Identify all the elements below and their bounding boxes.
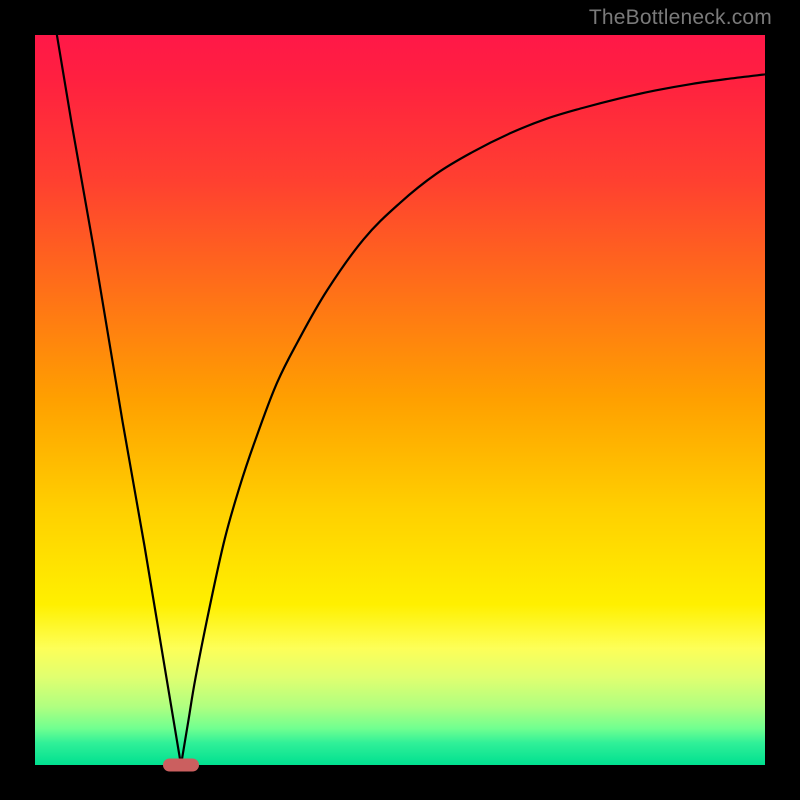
plot-area <box>35 35 765 765</box>
chart-frame: TheBottleneck.com <box>0 0 800 800</box>
curve-right-path <box>181 74 765 765</box>
curve-svg <box>35 35 765 765</box>
curve-left-path <box>57 35 181 765</box>
valley-marker <box>163 759 199 772</box>
watermark-text: TheBottleneck.com <box>589 6 772 30</box>
